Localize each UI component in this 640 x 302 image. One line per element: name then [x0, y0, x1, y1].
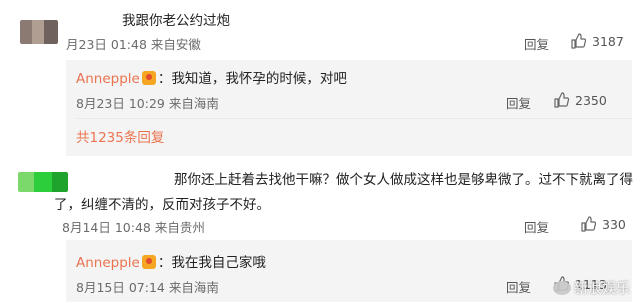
- reply-button[interactable]: 回复: [524, 217, 549, 236]
- thumbs-up-icon: [553, 92, 569, 108]
- comment-meta: 月23日 01:48 来自安徽: [66, 34, 201, 53]
- comment-location: 来自贵州: [154, 220, 205, 235]
- reply-content: Annepple ：我知道，我怀孕的时候，对吧: [76, 67, 347, 87]
- reply-button[interactable]: 回复: [506, 93, 531, 112]
- reply-username[interactable]: Annepple: [76, 255, 140, 271]
- reply-username[interactable]: Annepple: [76, 71, 140, 87]
- divider: [76, 118, 632, 119]
- watermark-text: 新浪娱乐: [574, 281, 630, 297]
- reply-text: 我在我自己家哦: [171, 255, 266, 271]
- avatar-block: [34, 172, 52, 192]
- like-count: 2350: [575, 92, 607, 108]
- reply-date: 8月15日 07:14: [76, 280, 165, 295]
- reply-meta: 8月15日 07:14 来自海南: [76, 277, 219, 296]
- reply-meta: 8月23日 10:29 来自海南: [76, 93, 219, 112]
- comment-text-line: 那你还上赶着去找他干嘛？做个女人做成这样也是够卑微了。过不下就离了得: [174, 172, 633, 188]
- thumbs-up-icon: [580, 216, 596, 232]
- reply-location: 来自海南: [168, 280, 219, 295]
- comment-location: 来自安徽: [150, 37, 201, 52]
- view-all-replies-link[interactable]: 共1235条回复: [76, 126, 164, 146]
- like-button[interactable]: 330: [580, 216, 626, 232]
- weibo-logo-icon: [553, 281, 571, 295]
- reply-button[interactable]: 回复: [506, 277, 531, 296]
- comment-date: 8月14日 10:48: [62, 220, 151, 235]
- avatar-block: [32, 20, 44, 44]
- comment-meta: 8月14日 10:48 来自贵州: [62, 217, 205, 236]
- reply-date: 8月23日 10:29: [76, 96, 165, 111]
- like-count: 330: [602, 216, 626, 232]
- avatar[interactable]: [18, 172, 68, 192]
- reply-text: 我知道，我怀孕的时候，对吧: [171, 71, 347, 87]
- reply-separator: ：: [157, 71, 172, 87]
- reply-location: 来自海南: [168, 96, 219, 111]
- like-button[interactable]: 3187: [570, 33, 624, 49]
- like-count: 3187: [592, 33, 624, 49]
- comment-text-line: 了，纠缠不清的，反而对孩子不好。: [54, 197, 270, 213]
- reply-separator: ：: [157, 255, 172, 271]
- thumbs-up-icon: [570, 33, 586, 49]
- comment-date: 月23日 01:48: [66, 37, 147, 52]
- avatar-block: [20, 20, 32, 44]
- vip-badge-icon: [141, 71, 156, 85]
- vip-badge-icon: [141, 255, 156, 269]
- comment-text: 我跟你老公约过炮: [122, 13, 230, 29]
- avatar[interactable]: [20, 20, 58, 44]
- avatar-block: [18, 172, 34, 192]
- reply-button[interactable]: 回复: [524, 34, 549, 53]
- like-button[interactable]: 2350: [553, 92, 607, 108]
- avatar-block: [52, 172, 68, 192]
- avatar-block: [44, 20, 58, 44]
- watermark: 新浪娱乐: [553, 278, 630, 298]
- reply-content: Annepple ：我在我自己家哦: [76, 251, 266, 271]
